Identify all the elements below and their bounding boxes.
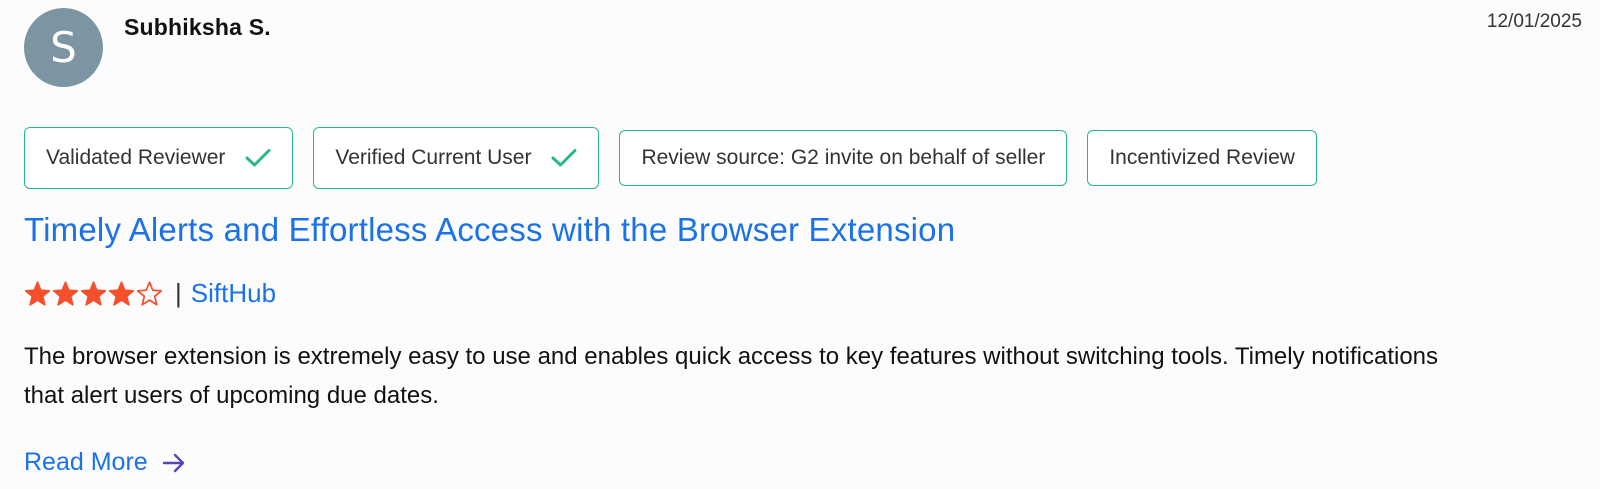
review-title-link[interactable]: Timely Alerts and Effortless Access with… bbox=[24, 211, 955, 249]
star-filled-icon bbox=[108, 281, 135, 306]
badge-label: Validated Reviewer bbox=[46, 146, 226, 169]
badge-incentivized-review: Incentivized Review bbox=[1087, 130, 1317, 186]
badge-verified-current-user: Verified Current User bbox=[313, 127, 600, 189]
read-more-link[interactable]: Read More bbox=[24, 448, 186, 477]
badge-list: Validated Reviewer Verified Current User… bbox=[24, 127, 1317, 189]
avatar: S bbox=[24, 8, 103, 87]
check-icon bbox=[551, 149, 577, 167]
badge-label: Verified Current User bbox=[335, 146, 532, 169]
reviewer-name: Subhiksha S. bbox=[124, 14, 271, 40]
badge-label: Incentivized Review bbox=[1109, 146, 1295, 169]
badge-review-source: Review source: G2 invite on behalf of se… bbox=[619, 130, 1068, 186]
check-icon bbox=[245, 149, 271, 167]
review-card: S Subhiksha S. 12/01/2025 Validated Revi… bbox=[0, 0, 1600, 489]
review-date: 12/01/2025 bbox=[1486, 11, 1582, 32]
avatar-initial: S bbox=[50, 23, 77, 72]
rating-separator: | bbox=[175, 278, 182, 308]
star-filled-icon bbox=[24, 281, 51, 306]
star-rating bbox=[24, 280, 163, 307]
arrow-right-icon[interactable] bbox=[162, 452, 186, 474]
review-body: The browser extension is extremely easy … bbox=[24, 343, 1439, 409]
star-filled-icon bbox=[80, 281, 107, 306]
star-empty-icon bbox=[136, 281, 163, 306]
product-link[interactable]: SiftHub bbox=[191, 278, 276, 309]
rating-row: | SiftHub bbox=[24, 278, 276, 309]
star-filled-icon bbox=[52, 281, 79, 306]
badge-validated-reviewer: Validated Reviewer bbox=[24, 127, 294, 189]
badge-label: Review source: G2 invite on behalf of se… bbox=[641, 146, 1046, 169]
read-more-label[interactable]: Read More bbox=[24, 448, 148, 477]
